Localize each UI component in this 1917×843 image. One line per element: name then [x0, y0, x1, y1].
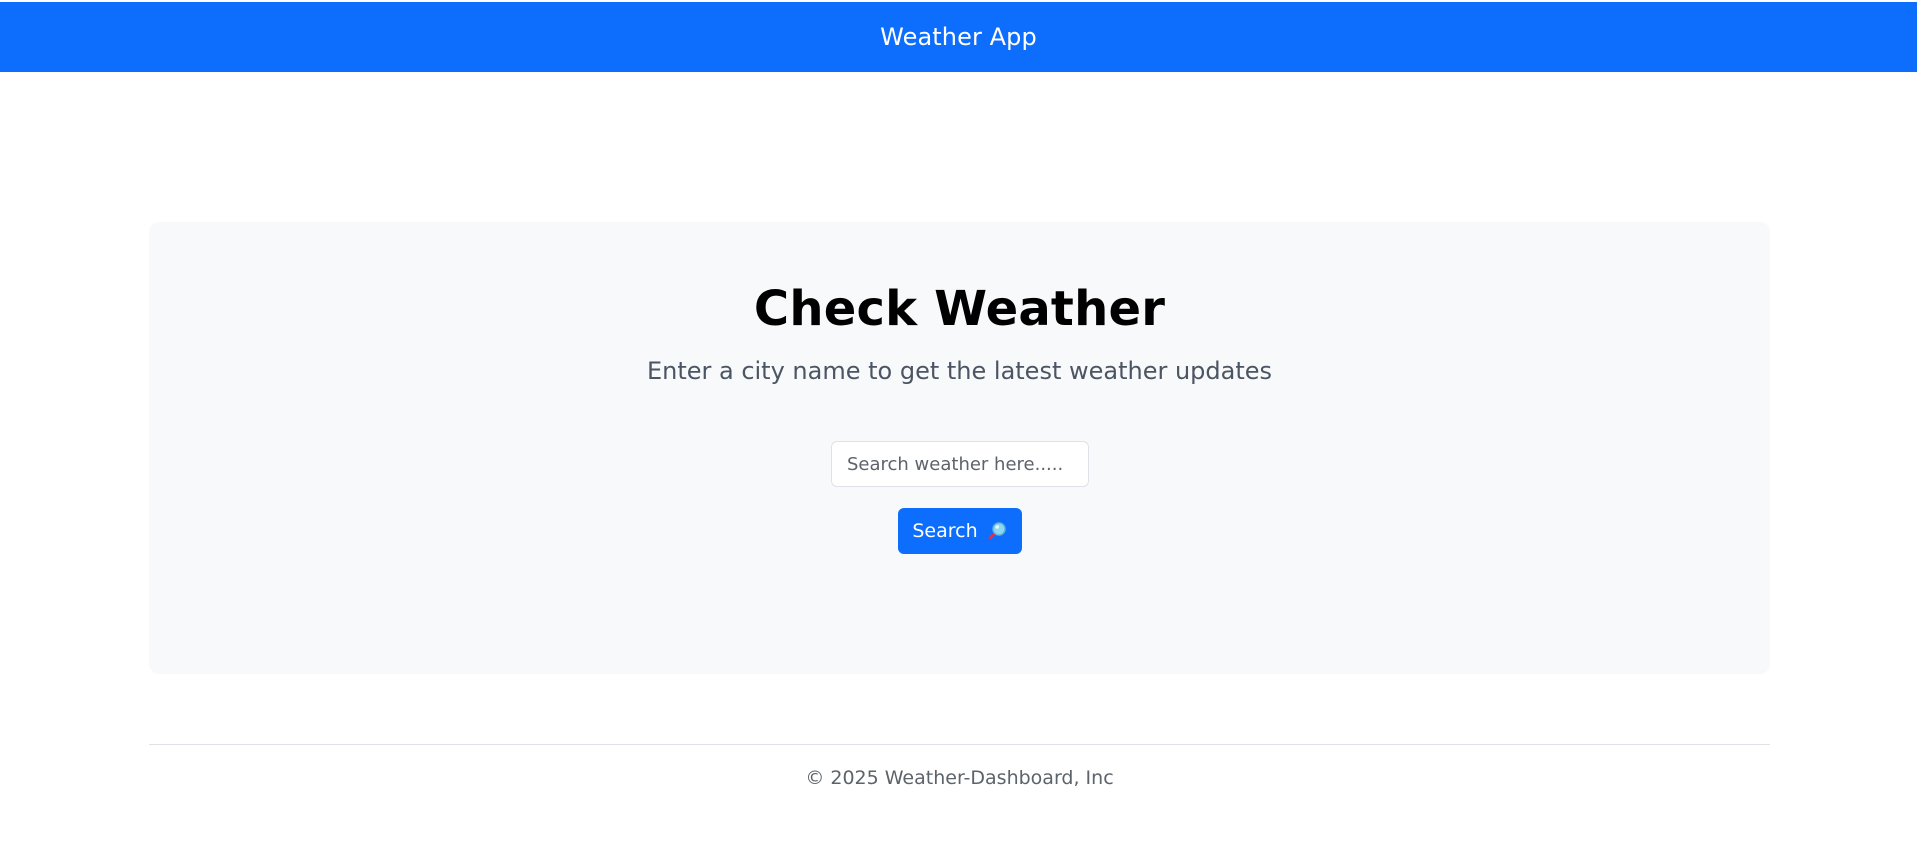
weather-search-panel: Check Weather Enter a city name to get t… — [149, 222, 1770, 674]
search-input[interactable] — [831, 441, 1089, 487]
footer: © 2025 Weather-Dashboard, Inc — [149, 744, 1770, 789]
navbar-brand[interactable]: Weather App — [880, 23, 1037, 51]
magnifying-glass-icon — [986, 520, 1008, 542]
search-button[interactable]: Search — [898, 508, 1022, 554]
page-subtitle: Enter a city name to get the latest weat… — [646, 357, 1273, 385]
footer-copyright: © 2025 Weather-Dashboard, Inc — [805, 767, 1114, 789]
page-title: Check Weather — [753, 281, 1166, 337]
navbar: Weather App — [0, 2, 1917, 72]
search-button-label: Search — [912, 520, 978, 542]
